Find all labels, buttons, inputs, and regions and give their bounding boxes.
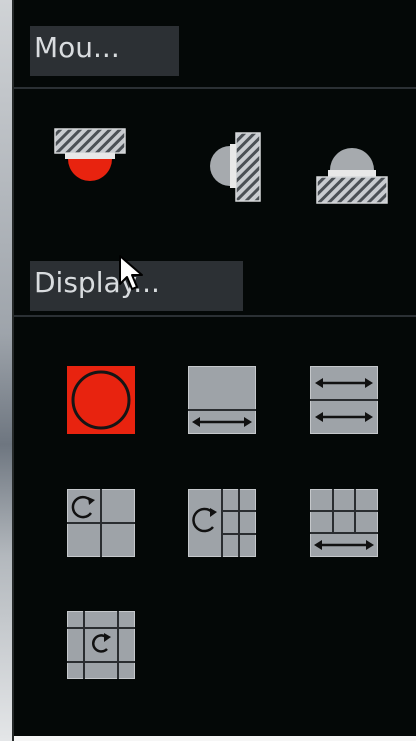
fisheye-3-split-icon[interactable]: [67, 489, 135, 557]
mouse-pointer-icon: [118, 254, 146, 298]
mount-section-label: Mou...: [30, 26, 179, 76]
section-divider: [14, 315, 416, 317]
panorama-3-split-icon[interactable]: [310, 489, 378, 557]
fisheye-original-icon[interactable]: [67, 366, 135, 434]
ceiling-mount-icon[interactable]: [52, 126, 128, 186]
fisheye-4-split-icon[interactable]: [188, 489, 256, 557]
dual-panorama-icon[interactable]: [310, 366, 378, 434]
bottom-edge: [14, 736, 416, 741]
ground-mount-icon[interactable]: [314, 146, 390, 208]
fisheye-9-split-icon[interactable]: [67, 611, 135, 679]
wall-mount-icon[interactable]: [206, 130, 262, 204]
panorama-icon[interactable]: [188, 366, 256, 434]
section-divider: [14, 87, 416, 89]
